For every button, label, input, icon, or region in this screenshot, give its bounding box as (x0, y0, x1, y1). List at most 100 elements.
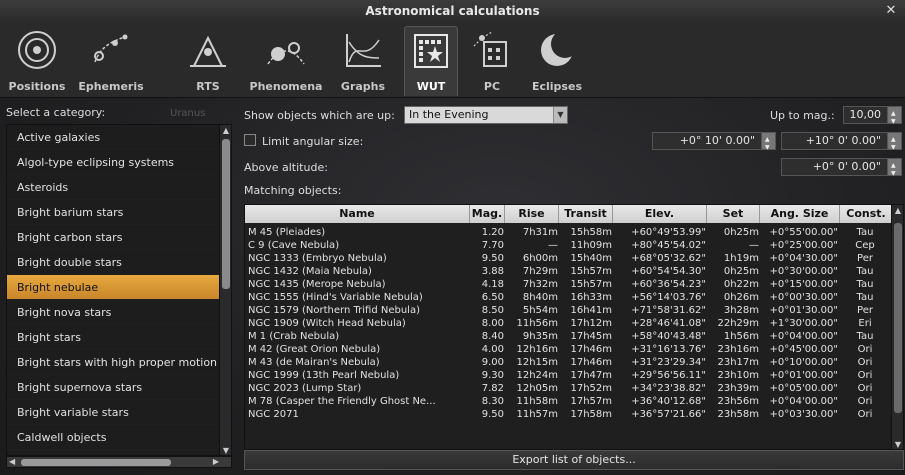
category-item[interactable]: Bright variable stars (7, 400, 219, 425)
altitude-spinbox[interactable]: +0° 0' 0.00" (781, 158, 902, 182)
table-row[interactable]: NGC 1579 (Northern Trifid Nebula) 8.50 5h5… (245, 304, 893, 317)
cell-name: NGC 2023 (Lump Star) (248, 383, 362, 394)
category-item[interactable]: Asteroids (7, 175, 219, 200)
angular-max-stepper-icon[interactable] (887, 132, 901, 156)
cell-elevation: +31°23'29.34" (631, 357, 706, 368)
table-row[interactable]: C 9 (Cave Nebula) 7.70 — 11h09m +80°45'54.02… (245, 239, 893, 252)
column-header-name[interactable]: Name (245, 205, 470, 223)
tab-ephemeris[interactable]: Ephemeris (74, 26, 148, 96)
tab-graphs[interactable]: Graphs (332, 26, 394, 96)
column-header-set[interactable]: Set (707, 205, 760, 223)
tab-rts[interactable]: RTS (188, 26, 228, 96)
column-header-rise[interactable]: Rise (505, 205, 559, 223)
table-row[interactable]: NGC 1909 (Witch Head Nebula) 8.00 11h56m 17… (245, 317, 893, 330)
category-item-selected[interactable]: Bright nebulae (7, 275, 219, 300)
category-scrollbar-thumb[interactable] (222, 139, 230, 289)
category-item[interactable]: Bright barium stars (7, 200, 219, 225)
table-row[interactable]: NGC 2071 9.50 11h57m 17h58m +36°57'21.66" 23h… (245, 408, 893, 421)
table-row[interactable]: M 1 (Crab Nebula) 8.40 9h35m 17h45m +58°40'4… (245, 330, 893, 343)
cell-transit: 17h45m (570, 331, 612, 342)
cell-angular-size: +0°00'30.00" (769, 292, 838, 303)
cell-constellation: Per (857, 253, 873, 264)
table-row[interactable]: NGC 2023 (Lump Star) 7.82 12h05m 17h52m +34°… (245, 382, 893, 395)
cell-name: M 42 (Great Orion Nebula) (248, 344, 381, 355)
category-item[interactable]: Bright stars with high proper motion (7, 350, 219, 375)
table-row[interactable]: M 42 (Great Orion Nebula) 4.00 12h16m 17h46… (245, 343, 893, 356)
scroll-down-icon[interactable]: ▼ (892, 439, 903, 449)
time-of-day-select[interactable]: In the Evening ▼ (404, 106, 568, 124)
category-scrollbar[interactable]: ▲ ▼ (219, 125, 231, 455)
magnitude-spinbox[interactable]: 10,00 (843, 106, 902, 130)
category-horizontal-scrollbar-thumb[interactable] (21, 459, 171, 466)
category-item[interactable]: Bright double stars (7, 250, 219, 275)
table-row[interactable]: M 78 (Casper the Friendly Ghost Ne... 8.3… (245, 395, 893, 408)
scroll-up-icon[interactable]: ▲ (220, 125, 231, 137)
angular-min-stepper-icon[interactable] (761, 132, 775, 156)
cell-elevation: +60°49'53.99" (631, 227, 706, 238)
chevron-down-icon[interactable]: ▼ (553, 107, 567, 123)
angular-min-spinbox[interactable]: +0° 10' 0.00" (652, 132, 776, 156)
category-horizontal-scrollbar[interactable]: ◀ ▶ (6, 456, 232, 468)
magnitude-stepper-icon[interactable] (887, 106, 901, 130)
tab-wut[interactable]: WUT (404, 26, 458, 96)
cell-angular-size: +0°15'00.00" (769, 279, 838, 290)
cell-magnitude: 9.50 (481, 409, 504, 420)
angular-max-spinbox[interactable]: +10° 0' 0.00" (781, 132, 902, 156)
cell-magnitude: 3.88 (481, 266, 504, 277)
column-header-elevation[interactable]: Elev. (613, 205, 707, 223)
table-scrollbar[interactable]: ▲ ▼ (891, 205, 903, 449)
app-window: Astronomical calculations ✕ Positions Ep… (0, 0, 905, 475)
category-item[interactable]: Bright carbon stars (7, 225, 219, 250)
tab-eclipses[interactable]: Eclipses (524, 26, 590, 96)
cell-magnitude: 8.00 (481, 318, 504, 329)
cell-transit: 15h40m (570, 253, 612, 264)
column-header-angular-size[interactable]: Ang. Size (760, 205, 840, 223)
category-item[interactable]: Active galaxies (7, 125, 219, 150)
cell-rise: — (548, 240, 558, 251)
scroll-right-icon[interactable]: ▶ (213, 457, 219, 467)
cell-name: NGC 1435 (Merope Nebula) (248, 279, 386, 290)
limit-angular-size-checkbox[interactable] (244, 134, 256, 146)
cell-set: 0h25m (723, 266, 759, 277)
scroll-up-icon[interactable]: ▲ (892, 205, 903, 217)
cell-transit: 16h41m (570, 305, 612, 316)
table-row[interactable]: M 45 (Pleiades) 1.20 7h31m 15h58m +60°49'53.… (245, 226, 893, 239)
tab-phenomena[interactable]: Phenomena (244, 26, 328, 96)
cell-constellation: Ori (857, 396, 873, 407)
table-row[interactable]: NGC 1435 (Merope Nebula) 4.18 7h32m 15h57m +… (245, 278, 893, 291)
rts-icon (190, 35, 226, 67)
cell-elevation: +60°36'54.23" (631, 279, 706, 290)
category-item[interactable]: Bright supernova stars (7, 375, 219, 400)
cell-angular-size: +0°03'30.00" (769, 409, 838, 420)
tab-bar: Positions Ephemeris RTS Phenomena Graphs… (0, 22, 905, 98)
close-button[interactable]: ✕ (883, 0, 899, 22)
scroll-down-icon[interactable]: ▼ (220, 445, 231, 455)
column-header-mag[interactable]: Mag. (470, 205, 505, 223)
category-item[interactable]: Bright nova stars (7, 300, 219, 325)
cell-elevation: +31°16'13.76" (631, 344, 706, 355)
category-item[interactable]: Algol-type eclipsing systems (7, 150, 219, 175)
altitude-stepper-icon[interactable] (887, 158, 901, 182)
table-row[interactable]: M 43 (de Mairan's Nebula) 9.00 12h15m 17h46… (245, 356, 893, 369)
scroll-left-icon[interactable]: ◀ (9, 457, 15, 467)
cell-transit: 17h46m (570, 357, 612, 368)
ephemeris-icon (94, 34, 128, 63)
column-header-constellation[interactable]: Const. (840, 205, 893, 223)
cell-elevation: +68°05'32.62" (631, 253, 706, 264)
table-row[interactable]: NGC 1555 (Hind's Variable Nebula) 6.50 8h4… (245, 291, 893, 304)
altitude-value: +0° 0' 0.00" (812, 160, 881, 173)
export-list-button[interactable]: Export list of objects... (244, 450, 904, 470)
table-row[interactable]: NGC 1999 (13th Pearl Nebula) 9.30 12h24m 17… (245, 369, 893, 382)
cell-rise: 12h05m (516, 383, 558, 394)
table-scrollbar-thumb[interactable] (894, 223, 902, 413)
table-row[interactable]: NGC 1432 (Maia Nebula) 3.88 7h29m 15h57m +60… (245, 265, 893, 278)
cell-set: 0h26m (723, 292, 759, 303)
cell-name: M 78 (Casper the Friendly Ghost Ne... (248, 396, 436, 407)
cell-angular-size: +0°01'30.00" (769, 305, 838, 316)
tab-positions[interactable]: Positions (6, 26, 68, 96)
category-item[interactable]: Caldwell objects (7, 425, 219, 450)
column-header-transit[interactable]: Transit (559, 205, 613, 223)
table-row[interactable]: NGC 1333 (Embryo Nebula) 9.50 6h00m 15h40m +… (245, 252, 893, 265)
category-item[interactable]: Bright stars (7, 325, 219, 350)
tab-pc[interactable]: PC (468, 26, 516, 96)
